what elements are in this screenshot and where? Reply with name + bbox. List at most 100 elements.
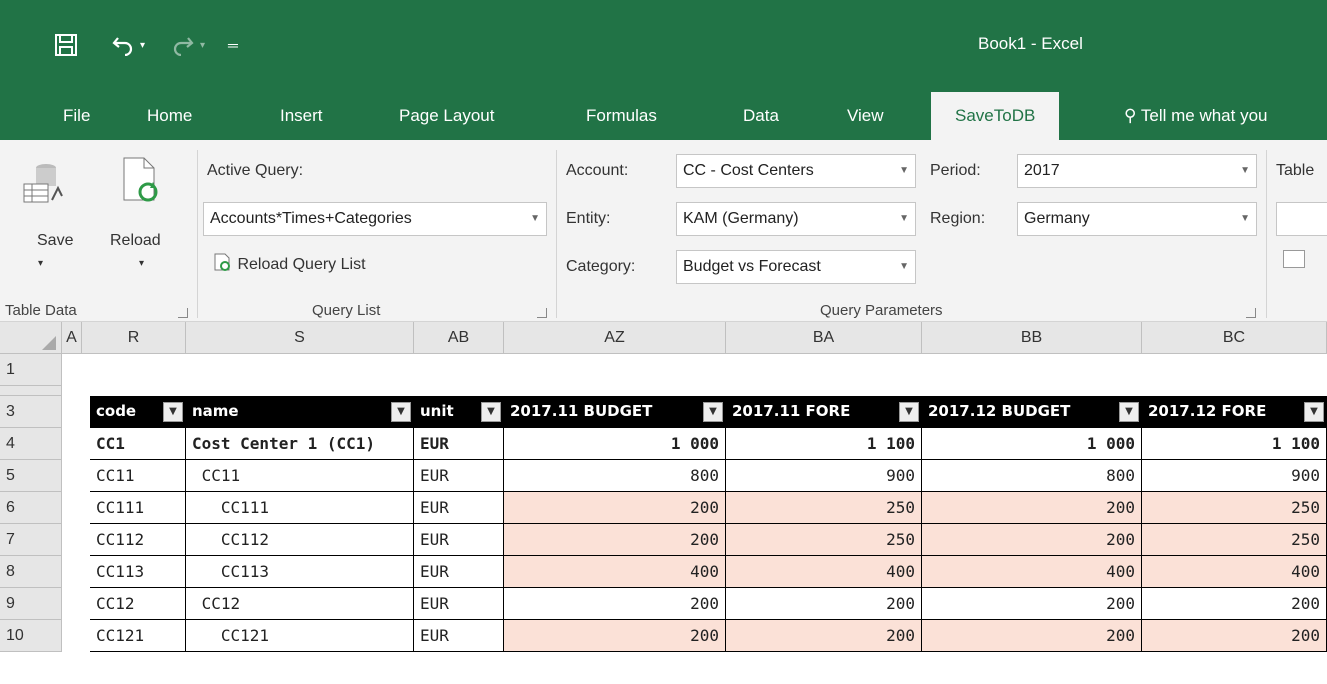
reload-button[interactable]	[120, 154, 160, 209]
cell-v2[interactable]: 200	[726, 588, 922, 620]
active-query-select[interactable]: Accounts*Times+Categories ▼	[203, 202, 547, 236]
cell-name[interactable]: CC121	[186, 620, 414, 652]
cell-v3[interactable]: 400	[922, 556, 1142, 588]
cell-v2[interactable]: 400	[726, 556, 922, 588]
column-header-ab[interactable]: AB	[414, 322, 504, 354]
header-unit[interactable]: unit ▼	[414, 396, 504, 428]
save-dropdown-icon[interactable]: ▾	[38, 258, 43, 269]
cell-unit[interactable]: EUR	[414, 524, 504, 556]
cell-v3[interactable]: 1 000	[922, 428, 1142, 460]
column-header-ba[interactable]: BA	[726, 322, 922, 354]
cell-name[interactable]: CC11	[186, 460, 414, 492]
cell-v2[interactable]: 900	[726, 460, 922, 492]
select-all-corner[interactable]	[0, 322, 62, 354]
header-2017-12-budget[interactable]: 2017.12 BUDGET ▼	[922, 396, 1142, 428]
cell-unit[interactable]: EUR	[414, 556, 504, 588]
column-header-bb[interactable]: BB	[922, 322, 1142, 354]
cell-unit[interactable]: EUR	[414, 492, 504, 524]
header-code[interactable]: code ▼	[90, 396, 186, 428]
cell-v4[interactable]: 900	[1142, 460, 1327, 492]
column-header-az[interactable]: AZ	[504, 322, 726, 354]
cell-v3[interactable]: 200	[922, 588, 1142, 620]
filter-dropdown-icon[interactable]: ▼	[163, 402, 183, 422]
cell-v3[interactable]: 200	[922, 524, 1142, 556]
account-select[interactable]: CC - Cost Centers ▼	[676, 154, 916, 188]
column-header-bc[interactable]: BC	[1142, 322, 1327, 354]
cell-v1[interactable]: 200	[504, 524, 726, 556]
cell-code[interactable]: CC11	[90, 460, 186, 492]
entity-select[interactable]: KAM (Germany) ▼	[676, 202, 916, 236]
redo-icon[interactable]	[172, 30, 194, 60]
tab-formulas[interactable]: Formulas	[586, 102, 657, 140]
category-select[interactable]: Budget vs Forecast ▼	[676, 250, 916, 284]
period-select[interactable]: 2017 ▼	[1017, 154, 1257, 188]
tab-file[interactable]: File	[63, 102, 90, 140]
row-header[interactable]: 6	[0, 492, 62, 524]
row-header[interactable]: 9	[0, 588, 62, 620]
cell-v1[interactable]: 200	[504, 620, 726, 652]
cell-name[interactable]: CC111	[186, 492, 414, 524]
filter-dropdown-icon[interactable]: ▼	[1304, 402, 1324, 422]
cell-v1[interactable]: 1 000	[504, 428, 726, 460]
tab-insert[interactable]: Insert	[280, 102, 323, 140]
header-name[interactable]: name ▼	[186, 396, 414, 428]
filter-dropdown-icon[interactable]: ▼	[899, 402, 919, 422]
row-header[interactable]: 8	[0, 556, 62, 588]
cell-code[interactable]: CC112	[90, 524, 186, 556]
cell-unit[interactable]: EUR	[414, 460, 504, 492]
tab-home[interactable]: Home	[147, 102, 192, 140]
tab-view[interactable]: View	[847, 102, 884, 140]
cell-v2[interactable]: 250	[726, 524, 922, 556]
cell-v1[interactable]: 400	[504, 556, 726, 588]
cell-v4[interactable]: 250	[1142, 524, 1327, 556]
tab-data[interactable]: Data	[743, 102, 779, 140]
tab-page-layout[interactable]: Page Layout	[399, 102, 494, 140]
query-list-launcher-icon[interactable]	[537, 308, 547, 318]
tab-savetodb[interactable]: SaveToDB	[931, 92, 1060, 140]
cell-v2[interactable]: 250	[726, 492, 922, 524]
worksheet[interactable]: A R S AB AZ BA BB BC 1 3 4 5 6 7 8 9 10 …	[0, 322, 1327, 684]
row-header[interactable]: 4	[0, 428, 62, 460]
row-header[interactable]: 10	[0, 620, 62, 652]
filter-dropdown-icon[interactable]: ▼	[481, 402, 501, 422]
row-header[interactable]: 3	[0, 396, 62, 428]
cell-unit[interactable]: EUR	[414, 620, 504, 652]
row-header[interactable]: 1	[0, 354, 62, 386]
header-2017-11-forecast[interactable]: 2017.11 FORE ▼	[726, 396, 922, 428]
cell-v3[interactable]: 800	[922, 460, 1142, 492]
cell-name[interactable]: CC112	[186, 524, 414, 556]
table-data-launcher-icon[interactable]	[178, 308, 188, 318]
table-grid-icon[interactable]	[1283, 250, 1305, 268]
cell-code[interactable]: CC121	[90, 620, 186, 652]
cell-v2[interactable]: 200	[726, 620, 922, 652]
filter-dropdown-icon[interactable]: ▼	[703, 402, 723, 422]
column-header-a[interactable]: A	[62, 322, 82, 354]
cell-v4[interactable]: 250	[1142, 492, 1327, 524]
cell-code[interactable]: CC111	[90, 492, 186, 524]
row-header[interactable]: 7	[0, 524, 62, 556]
undo-dropdown-icon[interactable]: ▾	[140, 30, 145, 60]
cell-code[interactable]: CC113	[90, 556, 186, 588]
cell-v4[interactable]: 400	[1142, 556, 1327, 588]
column-header-r[interactable]: R	[82, 322, 186, 354]
reload-query-list-button[interactable]: Reload Query List	[213, 252, 366, 274]
cell-unit[interactable]: EUR	[414, 588, 504, 620]
cell-code[interactable]: CC1	[90, 428, 186, 460]
redo-dropdown-icon[interactable]: ▾	[200, 30, 205, 60]
column-header-s[interactable]: S	[186, 322, 414, 354]
tell-me-search[interactable]: ⚲ Tell me what you	[1124, 102, 1268, 140]
cell-v4[interactable]: 1 100	[1142, 428, 1327, 460]
table-select[interactable]	[1276, 202, 1327, 236]
reload-dropdown-icon[interactable]: ▾	[139, 258, 144, 269]
cell-v4[interactable]: 200	[1142, 588, 1327, 620]
header-2017-11-budget[interactable]: 2017.11 BUDGET ▼	[504, 396, 726, 428]
filter-dropdown-icon[interactable]: ▼	[391, 402, 411, 422]
customize-icon[interactable]: ═	[228, 30, 238, 60]
filter-dropdown-icon[interactable]: ▼	[1119, 402, 1139, 422]
cell-v2[interactable]: 1 100	[726, 428, 922, 460]
cell-name[interactable]: CC113	[186, 556, 414, 588]
header-2017-12-forecast[interactable]: 2017.12 FORE ▼	[1142, 396, 1327, 428]
cell-v1[interactable]: 200	[504, 588, 726, 620]
cell-name[interactable]: CC12	[186, 588, 414, 620]
cell-v3[interactable]: 200	[922, 492, 1142, 524]
